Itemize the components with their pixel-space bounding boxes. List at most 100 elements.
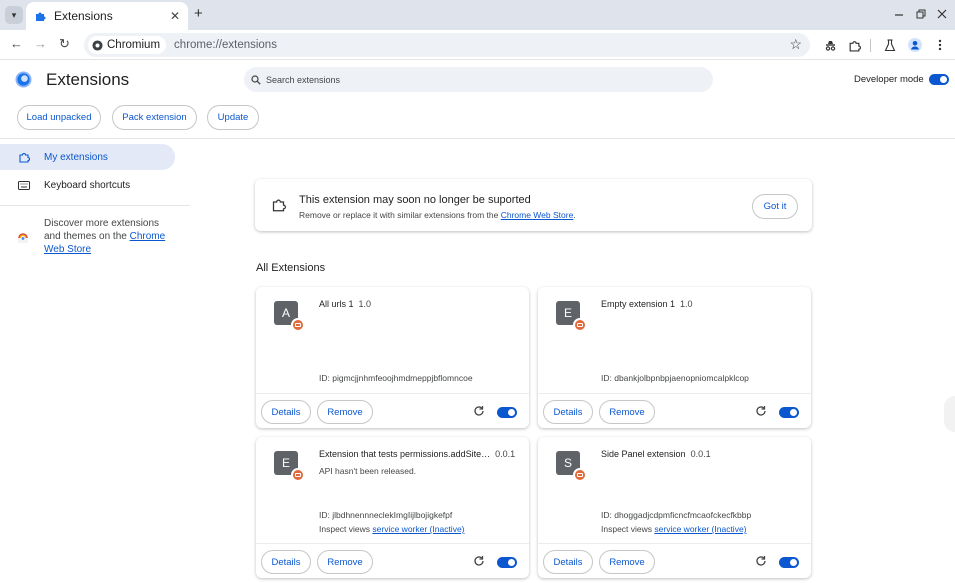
reload-icon[interactable]: ↻ — [59, 36, 70, 52]
inspect-views-row: Inspect views service worker (Inactive) — [601, 524, 747, 534]
banner-chrome-web-store-link[interactable]: Chrome Web Store — [501, 210, 574, 220]
site-chip[interactable]: Chromium — [88, 36, 167, 54]
site-chip-label: Chromium — [107, 39, 161, 51]
extension-name-row: Empty extension 1 1.0 — [601, 299, 693, 309]
restore-icon[interactable] — [916, 9, 927, 20]
toolbar-separator — [870, 39, 871, 52]
reload-extension-icon[interactable] — [473, 555, 485, 567]
extension-id: ID: dhoggadjcdpmficncfmcaofckecfkbbp — [601, 510, 752, 520]
puzzle-icon — [19, 153, 30, 163]
extension-card: E Extension that tests permissions.addSi… — [256, 437, 529, 578]
unpacked-badge-icon — [291, 318, 305, 332]
incognito-icon[interactable] — [822, 37, 838, 53]
toolbar: ← → ↻ Chromium chrome://extensions ☆ — [0, 30, 955, 60]
sidebar-divider — [0, 205, 190, 206]
details-button[interactable]: Details — [261, 400, 311, 424]
card-divider — [538, 393, 811, 394]
search-placeholder: Search extensions — [266, 74, 341, 85]
extension-version: 1.0 — [358, 299, 372, 309]
search-extensions-input[interactable]: Search extensions — [244, 67, 713, 92]
reload-extension-icon[interactable] — [473, 405, 485, 417]
remove-button[interactable]: Remove — [599, 550, 655, 574]
tab-search-icon[interactable]: ▾ — [5, 6, 23, 24]
keyboard-icon — [18, 180, 30, 190]
sidebar-item-label: My extensions — [44, 151, 108, 163]
details-button[interactable]: Details — [543, 400, 593, 424]
unpacked-badge-icon — [573, 318, 587, 332]
extension-enable-toggle[interactable] — [779, 557, 799, 568]
extension-id: ID: jlbdhnennneclekImgIijlbojigkefpf — [319, 510, 453, 520]
profile-avatar-icon[interactable] — [907, 37, 923, 53]
sidebar-item-keyboard-shortcuts[interactable]: Keyboard shortcuts — [0, 173, 130, 197]
puzzle-outline-icon — [272, 199, 286, 212]
remove-button[interactable]: Remove — [317, 550, 373, 574]
inspect-views-row: Inspect views service worker (Inactive) — [319, 524, 465, 534]
discover-more-text: Discover more extensions and themes on t… — [44, 218, 166, 255]
update-button[interactable]: Update — [207, 105, 259, 130]
reload-extension-icon[interactable] — [755, 555, 767, 567]
service-worker-link[interactable]: service worker (Inactive) — [372, 524, 464, 534]
tab-strip: ▾ Extensions ✕ + — [0, 0, 955, 30]
bookmark-star-icon[interactable]: ☆ — [789, 36, 802, 53]
extension-name-row: All urls 1 1.0 — [319, 299, 371, 309]
tab-extensions[interactable]: Extensions ✕ — [26, 2, 188, 30]
got-it-button[interactable]: Got it — [752, 194, 798, 219]
reload-extension-icon[interactable] — [755, 405, 767, 417]
extension-name-row: Extension that tests permissions.addSite… — [319, 449, 515, 459]
extension-id: ID: pigmcjjnhmfeoojhmdmeppjbflomncoe — [319, 373, 473, 383]
extension-card: S Side Panel extension 0.0.1 ID: dhoggadj… — [538, 437, 811, 578]
remove-button[interactable]: Remove — [317, 400, 373, 424]
new-tab-icon[interactable]: + — [194, 6, 203, 22]
side-panel-handle[interactable] — [944, 396, 955, 432]
details-button[interactable]: Details — [543, 550, 593, 574]
developer-mode-label: Developer mode — [854, 74, 924, 85]
developer-mode-toggle[interactable] — [929, 74, 949, 85]
card-divider — [256, 543, 529, 544]
pack-extension-button[interactable]: Pack extension — [112, 105, 197, 130]
service-worker-link[interactable]: service worker (Inactive) — [654, 524, 746, 534]
header-divider — [0, 138, 955, 139]
more-menu-icon[interactable] — [932, 37, 948, 53]
tab-title: Extensions — [54, 9, 113, 23]
page-title: Extensions — [46, 70, 130, 89]
card-divider — [538, 543, 811, 544]
extension-description: API hasn't been released. — [319, 466, 417, 476]
minimize-icon[interactable] — [894, 10, 904, 20]
all-extensions-heading: All Extensions — [256, 262, 326, 274]
extension-card: A All urls 1 1.0 ID: pigmcjjnhmfeoojhmdme… — [256, 287, 529, 428]
chrome-web-store-icon — [18, 233, 28, 243]
banner-title: This extension may soon no longer be sup… — [299, 194, 531, 206]
banner-text: Remove or replace it with similar extens… — [299, 210, 576, 220]
unpacked-badge-icon — [573, 468, 587, 482]
labs-flask-icon[interactable] — [882, 37, 898, 53]
back-icon[interactable]: ← — [10, 36, 23, 52]
extension-version: 0.0.1 — [495, 449, 516, 459]
unsupported-extension-banner: This extension may soon no longer be sup… — [255, 179, 812, 231]
address-bar[interactable]: Chromium chrome://extensions ☆ — [84, 33, 810, 57]
extension-name-row: Side Panel extension 0.0.1 — [601, 449, 711, 459]
extension-enable-toggle[interactable] — [779, 407, 799, 418]
extension-version: 1.0 — [680, 299, 693, 309]
details-button[interactable]: Details — [261, 550, 311, 574]
chromium-icon — [92, 39, 103, 51]
card-divider — [256, 393, 529, 394]
puzzle-icon — [36, 12, 46, 21]
extension-name: Extension that tests permissions.addSite… — [319, 449, 491, 459]
url-text[interactable]: chrome://extensions — [174, 39, 277, 51]
extension-name: Side Panel extension — [601, 449, 686, 459]
extension-enable-toggle[interactable] — [497, 407, 517, 418]
sidebar-item-my-extensions[interactable]: My extensions — [0, 144, 175, 170]
close-tab-icon[interactable]: ✕ — [170, 9, 180, 23]
extension-version: 0.0.1 — [690, 449, 711, 459]
extensions-puzzle-icon[interactable] — [846, 37, 862, 53]
forward-icon[interactable]: → — [34, 36, 47, 52]
sidebar-item-label: Keyboard shortcuts — [44, 179, 131, 191]
extension-card: E Empty extension 1 1.0 ID: dbankjolbpnbp… — [538, 287, 811, 428]
remove-button[interactable]: Remove — [599, 400, 655, 424]
extension-name: Empty extension 1 — [601, 299, 676, 309]
close-window-icon[interactable] — [937, 9, 947, 19]
search-icon — [251, 74, 261, 85]
load-unpacked-button[interactable]: Load unpacked — [17, 105, 101, 130]
extension-name: All urls 1 — [319, 299, 354, 309]
extension-enable-toggle[interactable] — [497, 557, 517, 568]
